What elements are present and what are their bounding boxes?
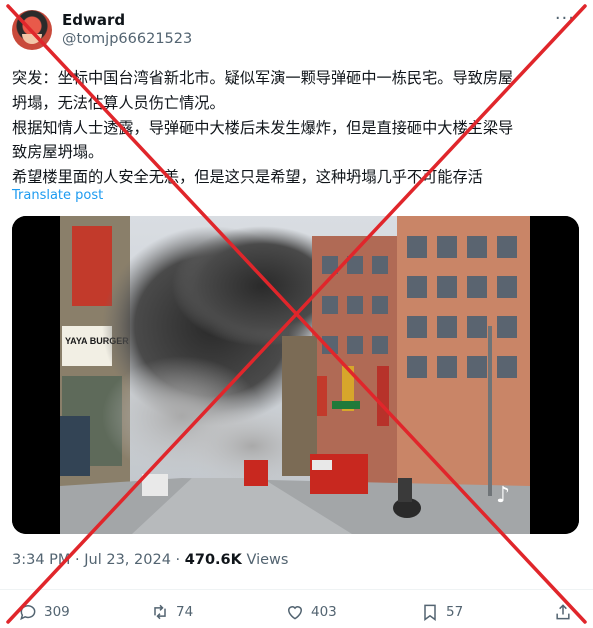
share-icon [556, 604, 570, 620]
views-count: 470.6K [184, 552, 242, 568]
repost-button[interactable]: 74 [150, 598, 193, 626]
share-button[interactable] [553, 598, 579, 626]
post-timestamp: 3:34 PM · Jul 23, 2024 · 470.6K Views [12, 552, 288, 568]
bookmark-button[interactable]: 57 [420, 598, 463, 626]
divider [0, 589, 593, 590]
like-count: 403 [311, 604, 337, 620]
post-line: 坍塌，无法估算人员伤亡情况。 [12, 93, 225, 112]
repost-icon [154, 604, 166, 620]
post-line: 致房屋坍塌。 [12, 143, 104, 162]
post-line: 根据知情人士透露，导弹砸中大楼后未发生爆炸，但是直接砸中大楼主梁导 [12, 118, 514, 137]
like-button[interactable]: 403 [285, 598, 337, 626]
repost-count: 74 [176, 604, 194, 620]
post-line: 希望楼里面的人安全无恙，但是这只是希望，这种坍塌几乎不可能存活 [12, 168, 483, 187]
bookmark-icon [424, 604, 436, 621]
post-line: 突发：坐标中国台湾省新北市。疑似军演一颗导弹砸中一栋民宅。导致房屋 [12, 69, 514, 87]
views-label: Views [241, 552, 289, 568]
author-handle[interactable]: @tomjp66621523 [62, 31, 192, 47]
post-video[interactable]: YAYA BURGER ♪ [12, 216, 579, 534]
more-options-icon[interactable]: ··· [555, 8, 575, 29]
reply-icon [20, 605, 36, 621]
author-name[interactable]: Edward [62, 11, 125, 29]
action-bar: 309 74 403 57 [0, 598, 593, 626]
heart-icon [287, 606, 303, 620]
translate-post-link[interactable]: Translate post [12, 188, 103, 203]
tiktok-logo-icon: ♪ [496, 483, 510, 508]
reply-button[interactable]: 309 [18, 598, 70, 626]
post-time[interactable]: 3:34 PM · Jul 23, 2024 · [12, 552, 185, 568]
post-text: 突发：坐标中国台湾省新北市。疑似军演一颗导弹砸中一栋民宅。导致房屋 坍塌，无法估… [12, 66, 584, 190]
reply-count: 309 [44, 604, 70, 620]
avatar[interactable] [12, 10, 52, 50]
bookmark-count: 57 [446, 604, 464, 620]
